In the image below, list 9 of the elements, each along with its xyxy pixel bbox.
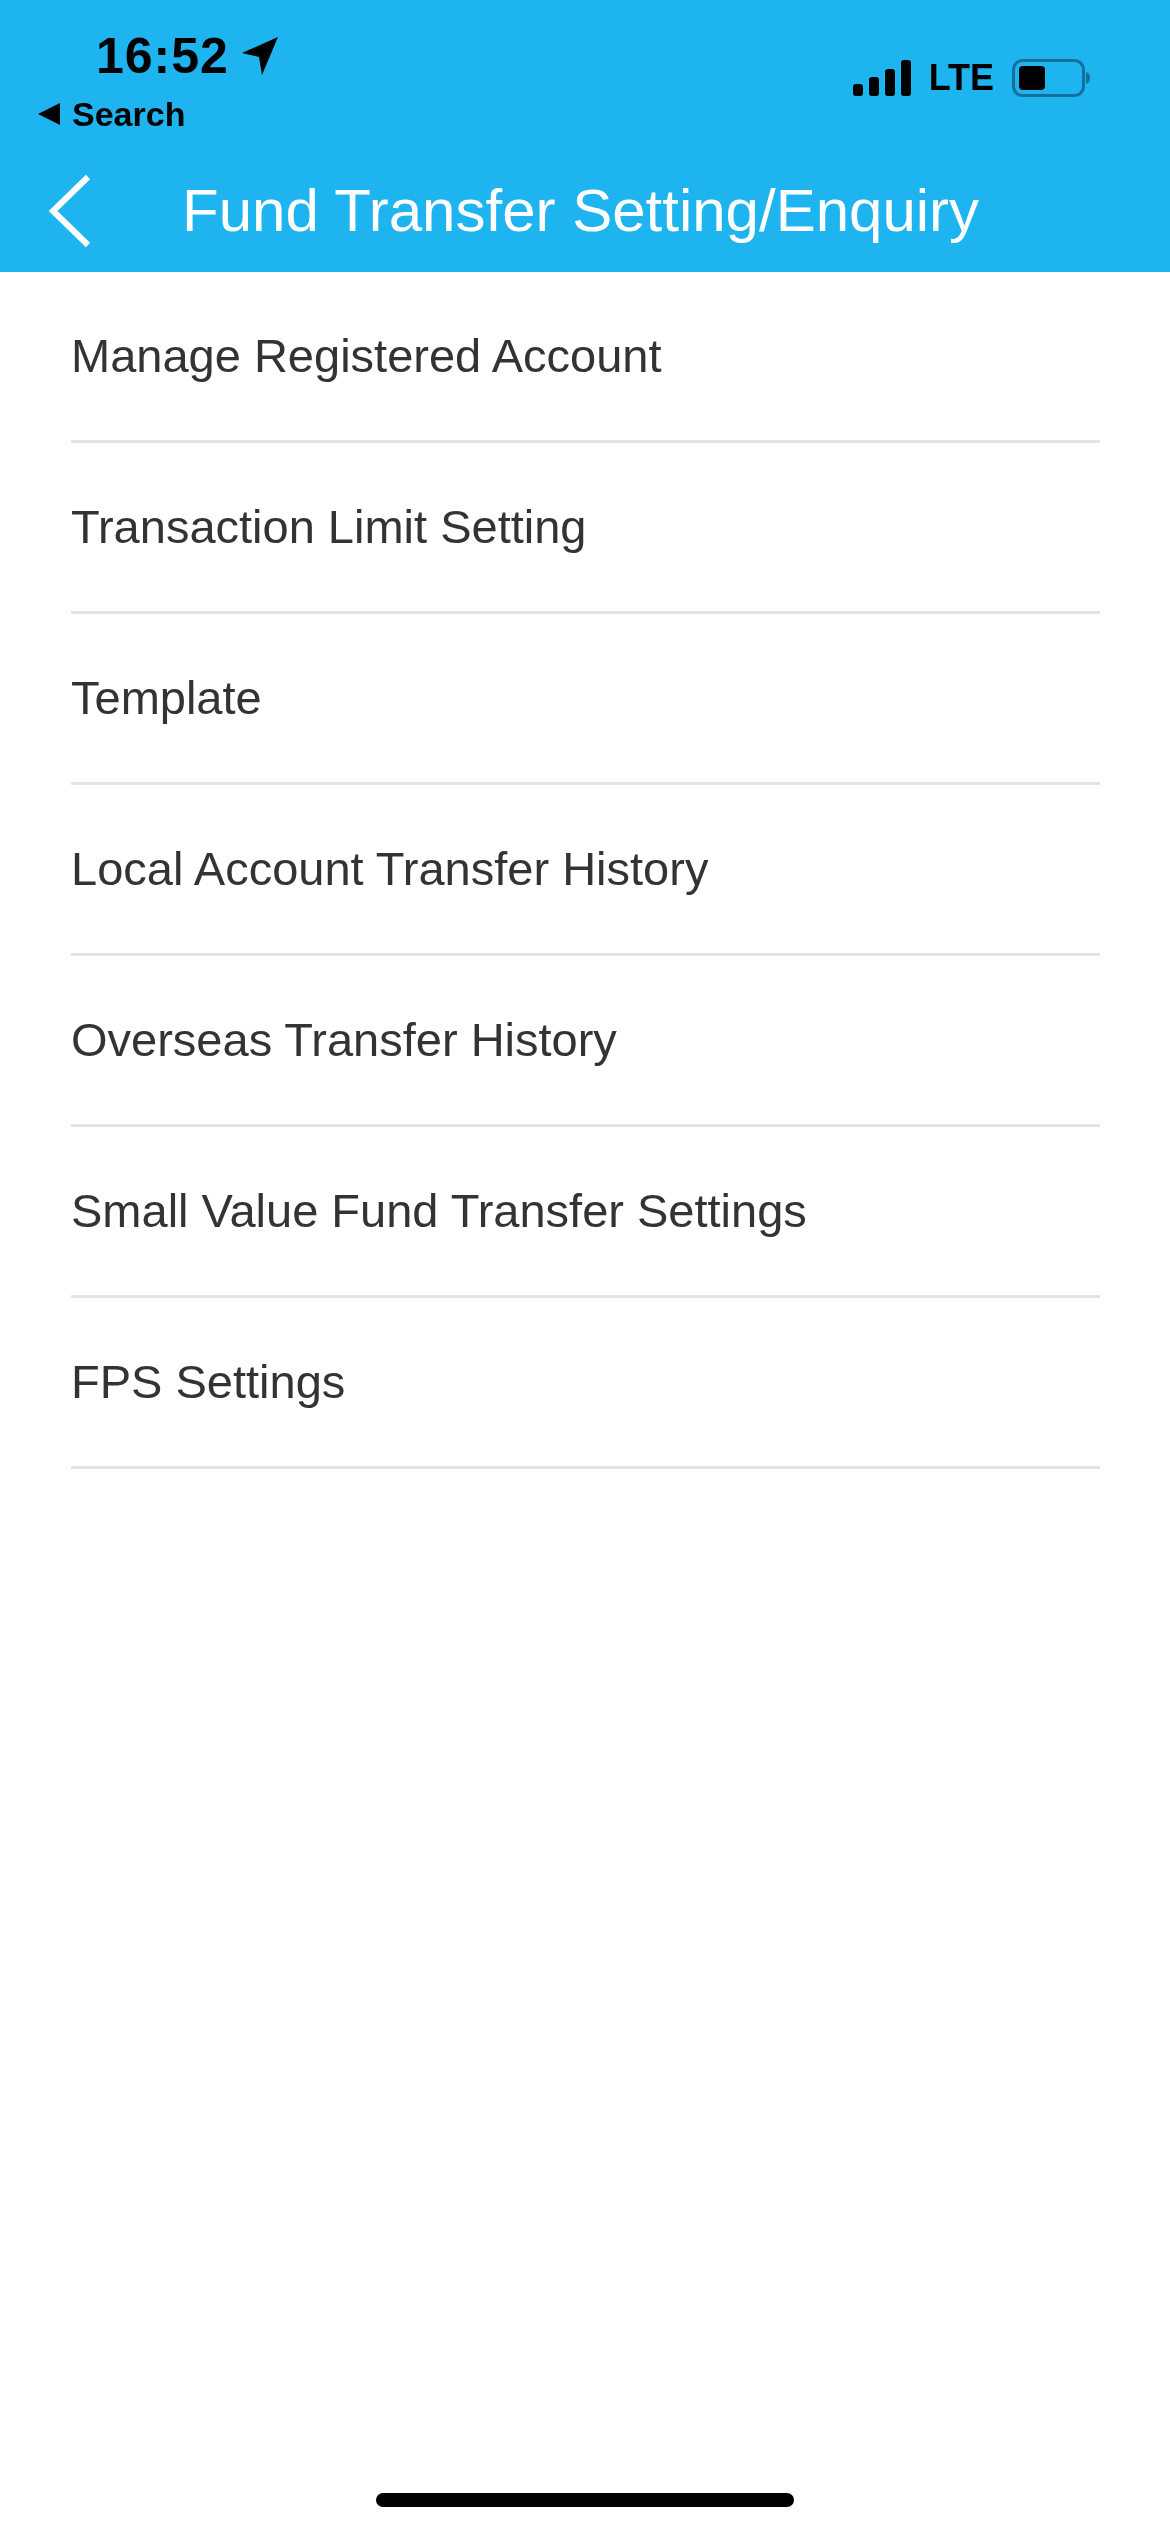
status-time: 16:52 <box>96 28 229 84</box>
battery-icon <box>1012 58 1090 97</box>
location-arrow-icon <box>240 36 279 76</box>
back-to-app-link[interactable]: Search <box>38 94 279 134</box>
signal-icon <box>852 59 911 96</box>
network-type: LTE <box>928 57 994 98</box>
back-triangle-icon <box>38 103 60 125</box>
chevron-left-icon <box>48 174 92 248</box>
screen-title: Fund Transfer Setting/Enquiry <box>182 176 980 246</box>
